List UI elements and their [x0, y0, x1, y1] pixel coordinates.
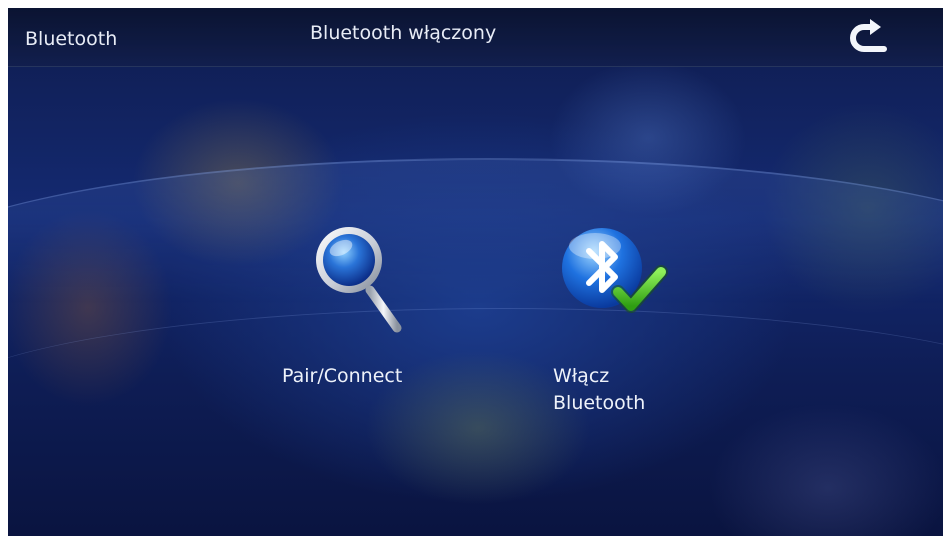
bluetooth-status: Bluetooth włączony	[310, 22, 497, 44]
enable-bluetooth-label-line2: Bluetooth	[553, 392, 646, 414]
bluetooth-check-icon	[562, 228, 668, 313]
pair-connect-button[interactable]: Pair/Connect	[278, 220, 428, 400]
screen-title: Bluetooth	[25, 28, 118, 50]
enable-bluetooth-button[interactable]: Włącz Bluetooth	[548, 220, 698, 420]
pair-connect-label: Pair/Connect	[282, 365, 403, 387]
enable-bluetooth-label: Włącz Bluetooth	[553, 363, 693, 417]
back-button[interactable]	[846, 16, 892, 58]
bluetooth-screen: Bluetooth Bluetooth włączony Pair/Connec…	[8, 8, 943, 536]
top-bar: Bluetooth Bluetooth włączony	[8, 8, 943, 67]
background-swoosh-lower	[8, 308, 943, 509]
enable-bluetooth-label-line1: Włącz	[553, 365, 610, 387]
back-arrow-icon	[850, 19, 887, 52]
magnifier-icon	[316, 227, 402, 333]
